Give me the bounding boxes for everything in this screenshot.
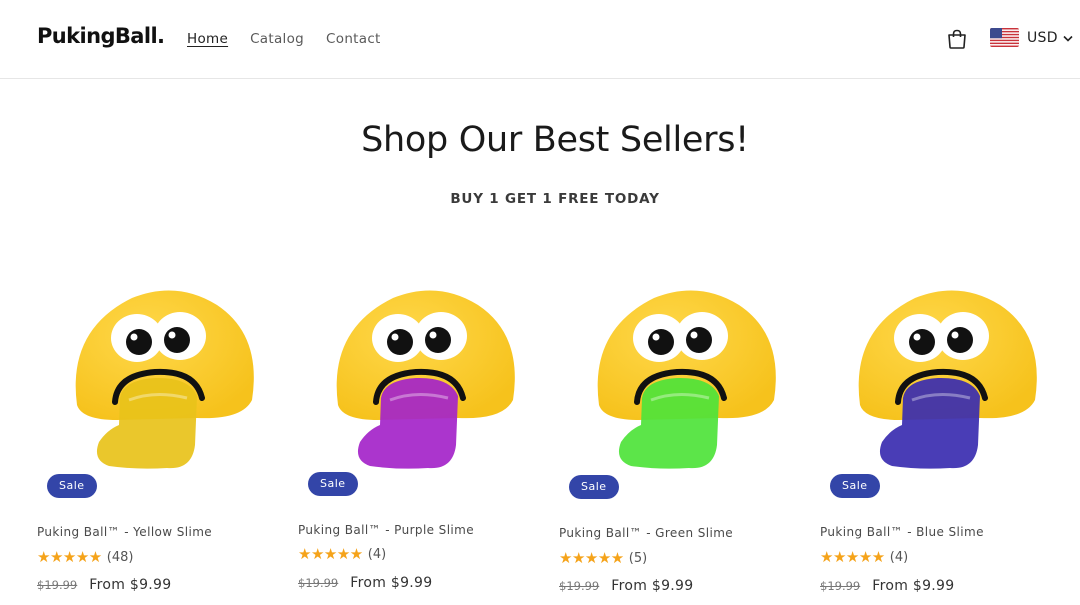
- sale-badge: Sale: [830, 474, 880, 498]
- product-title[interactable]: Puking Ball™ - Yellow Slime: [37, 525, 212, 539]
- compare-at-price: $19.99: [820, 579, 861, 593]
- star-rating-icon: ★★★★★: [820, 549, 885, 566]
- compare-at-price: $19.99: [298, 576, 339, 590]
- site-logo[interactable]: PukingBall.: [37, 24, 165, 48]
- product-title[interactable]: Puking Ball™ - Purple Slime: [298, 523, 474, 537]
- star-rating-icon: ★★★★★: [559, 550, 624, 567]
- section-heading: Shop Our Best Sellers!: [361, 120, 749, 160]
- product-image[interactable]: [559, 270, 799, 490]
- currency-label: USD: [1027, 29, 1058, 46]
- product-rating: ★★★★★ (4): [298, 545, 386, 563]
- review-count: (4): [367, 546, 387, 562]
- nav-contact-link[interactable]: Contact: [326, 31, 381, 47]
- product-rating: ★★★★★ (4): [820, 548, 908, 566]
- compare-at-price: $19.99: [37, 578, 78, 592]
- sale-badge: Sale: [569, 475, 619, 499]
- sale-price: From $9.99: [872, 578, 955, 594]
- review-count: (48): [106, 549, 134, 565]
- product-rating: ★★★★★ (5): [559, 549, 647, 567]
- review-count: (4): [889, 549, 909, 565]
- cart-icon[interactable]: [946, 28, 968, 50]
- review-count: (5): [628, 550, 648, 566]
- us-flag-icon: [990, 28, 1019, 47]
- chevron-down-icon: [1063, 35, 1073, 42]
- sale-badge: Sale: [308, 472, 358, 496]
- compare-at-price: $19.99: [559, 579, 600, 593]
- nav-home-link[interactable]: Home: [187, 31, 228, 47]
- sale-badge: Sale: [47, 474, 97, 498]
- section-subheading: BUY 1 GET 1 FREE TODAY: [450, 191, 660, 207]
- main-nav: Home Catalog Contact: [187, 31, 403, 47]
- product-title[interactable]: Puking Ball™ - Blue Slime: [820, 525, 984, 539]
- product-price: $19.99 From $9.99: [820, 578, 954, 594]
- star-rating-icon: ★★★★★: [298, 546, 363, 563]
- product-price: $19.99 From $9.99: [559, 578, 693, 594]
- product-price: $19.99 From $9.99: [37, 577, 171, 593]
- product-image[interactable]: [298, 270, 538, 490]
- product-rating: ★★★★★ (48): [37, 548, 133, 566]
- star-rating-icon: ★★★★★: [37, 549, 102, 566]
- sale-price: From $9.99: [350, 575, 433, 591]
- sale-price: From $9.99: [89, 577, 172, 593]
- sale-price: From $9.99: [611, 578, 694, 594]
- product-price: $19.99 From $9.99: [298, 575, 432, 591]
- product-title[interactable]: Puking Ball™ - Green Slime: [559, 526, 733, 540]
- product-image[interactable]: [820, 270, 1060, 490]
- site-header: PukingBall. Home Catalog Contact USD: [0, 0, 1080, 79]
- currency-selector[interactable]: USD: [990, 28, 1073, 47]
- nav-catalog-link[interactable]: Catalog: [250, 31, 304, 47]
- product-image[interactable]: [37, 270, 277, 490]
